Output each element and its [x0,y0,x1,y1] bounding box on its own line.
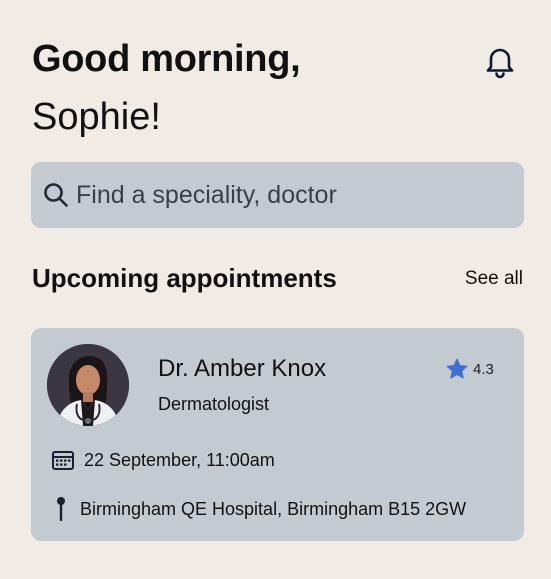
appointment-location: Birmingham QE Hospital, Birmingham B15 2… [51,496,466,522]
search-placeholder: Find a speciality, doctor [76,181,337,209]
see-all-link[interactable]: See all [465,266,523,292]
greeting-title: Good morning, [32,38,301,80]
search-icon [43,182,69,208]
doctor-avatar [47,344,129,426]
doctor-rating: 4.3 [445,357,494,381]
rating-value: 4.3 [473,360,494,378]
bell-icon[interactable] [482,43,518,79]
doctor-name: Dr. Amber Knox [158,355,327,382]
section-title-upcoming: Upcoming appointments [32,263,337,293]
location-pin-icon [57,497,65,522]
search-input[interactable]: Find a speciality, doctor [31,162,524,228]
doctor-specialty: Dermatologist [158,394,270,414]
appointment-datetime: 22 September, 11:00am [51,447,275,473]
greeting-name: Sophie! [32,96,161,138]
star-icon [446,358,468,379]
home-screen: Good morning, Sophie! Find a speciality,… [0,0,551,579]
appointment-card[interactable]: Dr. Amber Knox Dermatologist 4.3 22 Sept… [31,328,524,541]
calendar-icon [52,451,74,470]
appointment-datetime-text: 22 September, 11:00am [84,450,275,470]
appointment-location-text: Birmingham QE Hospital, Birmingham B15 2… [80,499,467,519]
